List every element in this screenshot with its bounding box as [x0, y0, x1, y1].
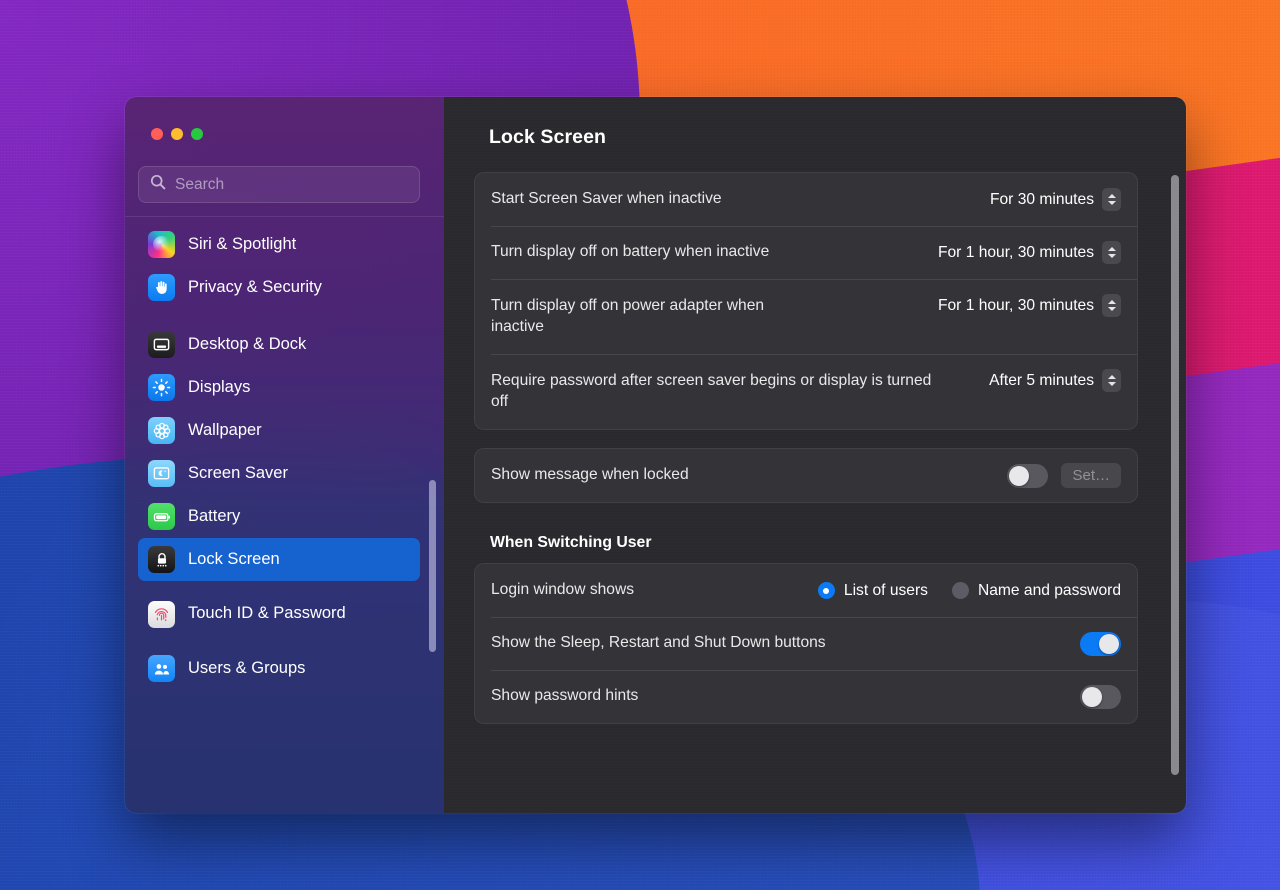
row-label: Login window shows: [491, 580, 634, 601]
login-window-radio-group: List of users Name and password: [818, 582, 1121, 600]
sidebar-item-users-groups[interactable]: Users & Groups: [138, 647, 420, 690]
search-input[interactable]: [175, 176, 365, 194]
system-settings-window: Siri & Spotlight Privacy & Security: [125, 97, 1186, 813]
zoom-button[interactable]: [191, 128, 203, 140]
window-traffic-lights: [125, 97, 444, 140]
row-show-message-when-locked[interactable]: Show message when locked Set…: [475, 449, 1137, 502]
row-label: Start Screen Saver when inactive: [491, 189, 722, 210]
row-start-screen-saver[interactable]: Start Screen Saver when inactive For 30 …: [475, 173, 1137, 226]
display-off-battery-popup[interactable]: For 1 hour, 30 minutes: [938, 241, 1121, 264]
radio-option-name-and-password[interactable]: Name and password: [952, 582, 1121, 600]
close-button[interactable]: [151, 128, 163, 140]
dock-icon: [148, 331, 175, 358]
sidebar-item-screen-saver[interactable]: Screen Saver: [138, 452, 420, 495]
row-display-off-power-adapter[interactable]: Turn display off on power adapter when i…: [475, 279, 1137, 354]
page-title: Lock Screen: [444, 97, 1186, 149]
row-label: Show password hints: [491, 686, 638, 707]
row-label: Show the Sleep, Restart and Shut Down bu…: [491, 633, 826, 654]
sidebar-scrollbar[interactable]: [429, 480, 436, 652]
row-label: Turn display off on battery when inactiv…: [491, 242, 769, 263]
row-label: Show message when locked: [491, 465, 689, 486]
radio-label: Name and password: [978, 582, 1121, 600]
popup-value: For 30 minutes: [990, 191, 1094, 209]
settings-content-pane: Lock Screen Start Screen Saver when inac…: [444, 97, 1186, 813]
sidebar: Siri & Spotlight Privacy & Security: [125, 97, 444, 813]
sidebar-item-label: Wallpaper: [188, 421, 262, 440]
popup-value: For 1 hour, 30 minutes: [938, 297, 1094, 315]
battery-icon: [148, 503, 175, 530]
sidebar-item-label: Lock Screen: [188, 550, 280, 569]
sidebar-item-battery[interactable]: Battery: [138, 495, 420, 538]
search-container: [125, 140, 444, 203]
search-icon: [150, 174, 166, 195]
row-label: Require password after screen saver begi…: [491, 371, 936, 412]
show-password-hints-toggle[interactable]: [1080, 685, 1121, 709]
sidebar-item-lock-screen[interactable]: Lock Screen: [138, 538, 420, 581]
sidebar-item-touch-id-password[interactable]: Touch ID & Password: [138, 581, 420, 647]
fingerprint-icon: [148, 601, 175, 628]
sidebar-item-privacy-security[interactable]: Privacy & Security: [138, 266, 420, 309]
brightness-icon: [148, 374, 175, 401]
sidebar-group-gap: [138, 309, 420, 323]
radio-button[interactable]: [952, 582, 969, 599]
row-label: Turn display off on power adapter when i…: [491, 296, 821, 337]
chevron-up-down-icon: [1102, 369, 1121, 392]
sidebar-item-desktop-dock[interactable]: Desktop & Dock: [138, 323, 420, 366]
row-login-window-shows[interactable]: Login window shows List of users Name an…: [475, 564, 1137, 617]
sidebar-item-wallpaper[interactable]: Wallpaper: [138, 409, 420, 452]
sidebar-item-label: Battery: [188, 507, 240, 526]
sidebar-item-label: Screen Saver: [188, 464, 288, 483]
sidebar-item-label: Users & Groups: [188, 659, 305, 678]
search-field[interactable]: [138, 166, 420, 203]
sidebar-item-label: Desktop & Dock: [188, 335, 306, 354]
hand-icon: [148, 274, 175, 301]
screensaver-icon: [148, 460, 175, 487]
radio-label: List of users: [844, 582, 928, 600]
sidebar-item-label: Displays: [188, 378, 250, 397]
sidebar-item-displays[interactable]: Displays: [138, 366, 420, 409]
sidebar-item-label: Privacy & Security: [188, 278, 322, 297]
section-heading-when-switching-user: When Switching User: [474, 530, 1138, 563]
inactivity-settings-card: Start Screen Saver when inactive For 30 …: [474, 172, 1138, 430]
sidebar-nav-list: Siri & Spotlight Privacy & Security: [125, 217, 444, 789]
siri-icon: [148, 231, 175, 258]
chevron-up-down-icon: [1102, 241, 1121, 264]
set-message-button[interactable]: Set…: [1061, 463, 1121, 488]
show-message-toggle[interactable]: [1007, 464, 1048, 488]
require-password-popup[interactable]: After 5 minutes: [989, 369, 1121, 392]
popup-value: For 1 hour, 30 minutes: [938, 244, 1094, 262]
chevron-up-down-icon: [1102, 294, 1121, 317]
lock-message-card: Show message when locked Set…: [474, 448, 1138, 503]
display-off-power-adapter-popup[interactable]: For 1 hour, 30 minutes: [938, 294, 1121, 317]
people-icon: [148, 655, 175, 682]
row-show-password-hints[interactable]: Show password hints: [475, 670, 1137, 723]
minimize-button[interactable]: [171, 128, 183, 140]
chevron-up-down-icon: [1102, 188, 1121, 211]
row-show-sleep-restart-shutdown[interactable]: Show the Sleep, Restart and Shut Down bu…: [475, 617, 1137, 670]
popup-value: After 5 minutes: [989, 372, 1094, 390]
sidebar-item-siri-spotlight[interactable]: Siri & Spotlight: [138, 223, 420, 266]
row-require-password[interactable]: Require password after screen saver begi…: [475, 354, 1137, 429]
switching-user-card: Login window shows List of users Name an…: [474, 563, 1138, 724]
radio-button[interactable]: [818, 582, 835, 599]
desktop-wallpaper: Siri & Spotlight Privacy & Security: [0, 0, 1280, 890]
content-scrollbar[interactable]: [1171, 175, 1179, 775]
radio-option-list-of-users[interactable]: List of users: [818, 582, 928, 600]
show-sleep-restart-shutdown-toggle[interactable]: [1080, 632, 1121, 656]
settings-scroll-area: Start Screen Saver when inactive For 30 …: [444, 149, 1186, 724]
row-display-off-battery[interactable]: Turn display off on battery when inactiv…: [475, 226, 1137, 279]
flower-icon: [148, 417, 175, 444]
lock-icon: [148, 546, 175, 573]
start-screen-saver-popup[interactable]: For 30 minutes: [990, 188, 1121, 211]
sidebar-item-label: Siri & Spotlight: [188, 235, 296, 254]
sidebar-item-label: Touch ID & Password: [188, 603, 346, 624]
